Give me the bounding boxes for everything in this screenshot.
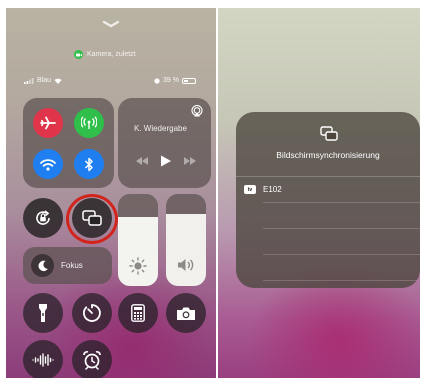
wifi-toggle[interactable] (33, 149, 63, 179)
play-icon[interactable] (161, 155, 171, 167)
control-center-panel: Kamera, zuletzt Blau 39 % K. Wiedergabe … (6, 8, 216, 378)
camera-dot-icon (74, 50, 83, 59)
orientation-lock-status-icon (154, 77, 160, 84)
brightness-fill (118, 217, 158, 286)
bluetooth-toggle[interactable] (74, 149, 104, 179)
status-bar-right: 39 % (154, 77, 196, 84)
flashlight-button[interactable] (23, 293, 63, 333)
airplane-icon (40, 116, 56, 130)
status-bar-left: Blau (24, 77, 62, 84)
list-divider (263, 228, 420, 229)
list-divider (263, 280, 420, 281)
cellular-antenna-icon (81, 116, 97, 129)
timer-icon (83, 304, 101, 322)
screen-mirroring-panel: Bildschirmsynchronisierung tv E102 (218, 8, 420, 378)
camera-indicator-label: Kamera, zuletzt (87, 51, 136, 58)
sun-icon (129, 257, 147, 275)
focus-label: Fokus (61, 261, 83, 270)
camera-button[interactable] (166, 293, 206, 333)
screen-mirroring-card: Bildschirmsynchronisierung tv E102 (236, 112, 420, 288)
rotation-lock-icon (36, 210, 50, 225)
focus-button[interactable]: Fokus (23, 247, 112, 284)
calculator-button[interactable] (118, 293, 158, 333)
screen-mirroring-header-icon (320, 126, 338, 141)
connectivity-tile (23, 98, 114, 188)
cellular-data-toggle[interactable] (74, 108, 104, 138)
speaker-icon (178, 259, 194, 271)
focus-moon-wrap (31, 254, 54, 277)
moon-icon (37, 260, 48, 271)
brightness-slider[interactable] (118, 194, 158, 286)
device-name: E102 (263, 185, 282, 194)
airplane-mode-toggle[interactable] (33, 108, 63, 138)
timer-button[interactable] (72, 293, 112, 333)
voice-memo-button[interactable] (23, 340, 63, 378)
flashlight-icon (39, 304, 47, 322)
wifi-icon (40, 158, 56, 171)
media-controls (136, 155, 196, 167)
screen-mirroring-title: Bildschirmsynchronisierung (276, 150, 380, 160)
signal-icon (24, 77, 34, 84)
camera-indicator: Kamera, zuletzt (74, 50, 136, 59)
battery-percent: 39 % (163, 77, 179, 84)
airplay-audio-icon[interactable] (191, 105, 203, 117)
calculator-icon (131, 304, 145, 322)
device-row-e102[interactable]: tv E102 (236, 176, 420, 202)
bluetooth-icon (84, 157, 93, 171)
next-track-icon[interactable] (184, 157, 196, 165)
chevron-down-icon[interactable] (102, 20, 120, 28)
camera-icon (177, 307, 195, 320)
volume-slider[interactable] (166, 194, 206, 286)
previous-track-icon[interactable] (136, 157, 148, 165)
list-divider (263, 254, 420, 255)
alarm-button[interactable] (72, 340, 112, 378)
now-playing-title: K. Wiedergabe (134, 124, 187, 133)
orientation-lock-button[interactable] (23, 198, 63, 238)
wifi-status-icon (54, 78, 62, 84)
list-divider (263, 202, 420, 203)
carrier-label: Blau (37, 77, 52, 84)
volume-fill (166, 214, 206, 286)
now-playing-tile[interactable]: K. Wiedergabe (118, 98, 211, 188)
highlight-circle (66, 194, 118, 244)
sound-wave-icon (32, 353, 54, 367)
apple-tv-icon: tv (244, 185, 256, 194)
battery-icon (181, 77, 196, 84)
alarm-clock-icon (83, 350, 101, 370)
